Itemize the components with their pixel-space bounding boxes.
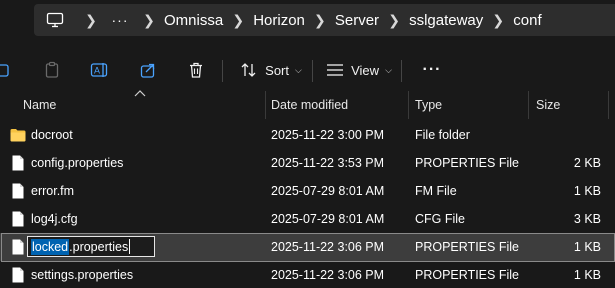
toolbar-divider <box>312 60 313 82</box>
column-divider[interactable] <box>608 91 609 119</box>
file-type: PROPERTIES File <box>415 268 519 282</box>
file-name: log4j.cfg <box>31 212 78 226</box>
rename-icon: A <box>90 63 108 77</box>
view-icon <box>327 64 344 76</box>
file-icon <box>10 149 26 177</box>
view-label: View <box>351 62 380 78</box>
file-icon <box>10 177 26 205</box>
file-size: 1 KB <box>573 240 601 254</box>
chevron-right-icon[interactable]: ❯ <box>76 4 106 36</box>
breadcrumb-item-conf[interactable]: conf <box>513 4 541 36</box>
chevron-right-icon[interactable]: ❯ <box>223 4 253 36</box>
file-name: settings.properties <box>31 268 134 282</box>
rename-button[interactable]: A <box>88 54 112 86</box>
file-type: FM File <box>415 184 457 198</box>
file-icon <box>10 205 26 233</box>
delete-button[interactable] <box>184 54 208 86</box>
file-type: CFG File <box>415 212 465 226</box>
column-divider[interactable] <box>408 91 409 119</box>
breadcrumb-item-server[interactable]: Server <box>335 4 379 36</box>
copy-button[interactable] <box>0 54 14 86</box>
sort-icon <box>241 63 256 77</box>
chevron-right-icon[interactable]: ❯ <box>134 4 164 36</box>
paste-icon <box>45 61 59 78</box>
file-date: 2025-11-22 3:06 PM <box>271 268 385 282</box>
file-type: PROPERTIES File <box>415 240 519 254</box>
file-name: docroot <box>31 128 73 142</box>
chevron-right-icon[interactable]: ❯ <box>305 4 335 36</box>
file-name: config.properties <box>31 156 124 170</box>
breadcrumb-item-sslgateway[interactable]: sslgateway <box>409 4 483 36</box>
paste-button[interactable] <box>40 54 64 86</box>
file-size: 1 KB <box>573 184 601 198</box>
file-icon <box>10 261 26 288</box>
sort-button[interactable]: Sort ⌵ <box>236 54 306 86</box>
share-icon <box>140 63 155 78</box>
chevron-down-icon: ⌵ <box>385 64 392 75</box>
file-date: 2025-11-22 3:06 PM <box>271 240 385 254</box>
file-explorer-window: ❯ ··· ❯ Omnissa ❯ Horizon ❯ Server ❯ ssl… <box>0 0 615 288</box>
chevron-right-icon[interactable]: ❯ <box>483 4 513 36</box>
column-header-name[interactable]: Name <box>23 91 56 119</box>
address-bar[interactable]: ❯ ··· ❯ Omnissa ❯ Horizon ❯ Server ❯ ssl… <box>34 4 615 36</box>
file-type: PROPERTIES File <box>415 156 519 170</box>
rename-extension-text: .properties <box>69 239 129 254</box>
column-header-date[interactable]: Date modified <box>271 91 348 119</box>
file-row-log4j-cfg[interactable]: log4j.cfg 2025-07-29 8:01 AM CFG File 3 … <box>0 205 615 233</box>
column-divider[interactable] <box>528 91 529 119</box>
column-header-type[interactable]: Type <box>415 91 442 119</box>
file-size: 2 KB <box>573 156 601 170</box>
breadcrumb-overflow-button[interactable]: ··· <box>106 4 134 36</box>
copy-icon <box>0 64 9 77</box>
file-date: 2025-11-22 3:53 PM <box>271 156 385 170</box>
column-header: Name Date modified Type Size <box>0 91 615 119</box>
file-size: 1 KB <box>573 268 601 282</box>
file-row-settings-properties[interactable]: settings.properties 2025-11-22 3:06 PM P… <box>0 261 615 288</box>
file-date: 2025-07-29 8:01 AM <box>271 212 385 226</box>
toolbar-divider <box>401 60 402 82</box>
folder-icon <box>10 121 26 149</box>
file-date: 2025-07-29 8:01 AM <box>271 184 385 198</box>
breadcrumb-item-horizon[interactable]: Horizon <box>253 4 305 36</box>
file-name: error.fm <box>31 184 75 198</box>
chevron-right-icon[interactable]: ❯ <box>379 4 409 36</box>
chevron-down-icon: ⌵ <box>295 64 302 75</box>
file-date: 2025-11-22 3:00 PM <box>271 128 385 142</box>
file-row-locked-properties[interactable]: locked .properties 2025-11-22 3:06 PM PRO… <box>0 233 615 262</box>
file-row-error-fm[interactable]: error.fm 2025-07-29 8:01 AM FM File 1 KB <box>0 177 615 205</box>
svg-text:A: A <box>94 66 100 76</box>
file-size <box>531 121 601 149</box>
this-pc-icon[interactable] <box>34 4 76 36</box>
file-size: 3 KB <box>573 212 601 226</box>
column-divider[interactable] <box>265 91 266 119</box>
rename-selected-text: locked <box>31 238 70 255</box>
file-icon <box>10 233 26 261</box>
trash-icon <box>190 62 202 78</box>
column-header-size[interactable]: Size <box>536 91 560 119</box>
sort-label: Sort <box>265 62 289 78</box>
text-caret <box>129 239 131 254</box>
file-row-docroot[interactable]: docroot 2025-11-22 3:00 PM File folder <box>0 121 615 149</box>
file-type: File folder <box>415 128 470 142</box>
more-options-button[interactable]: ··· <box>418 54 446 86</box>
share-button[interactable] <box>136 54 160 86</box>
rename-input[interactable]: locked .properties <box>27 236 155 257</box>
view-button[interactable]: View ⌵ <box>324 54 394 86</box>
command-bar: A Sort ⌵ View ⌵ ··· <box>0 50 615 90</box>
file-row-config-properties[interactable]: config.properties 2025-11-22 3:53 PM PRO… <box>0 149 615 177</box>
breadcrumb-item-omnissa[interactable]: Omnissa <box>164 4 223 36</box>
toolbar-divider <box>222 60 223 82</box>
